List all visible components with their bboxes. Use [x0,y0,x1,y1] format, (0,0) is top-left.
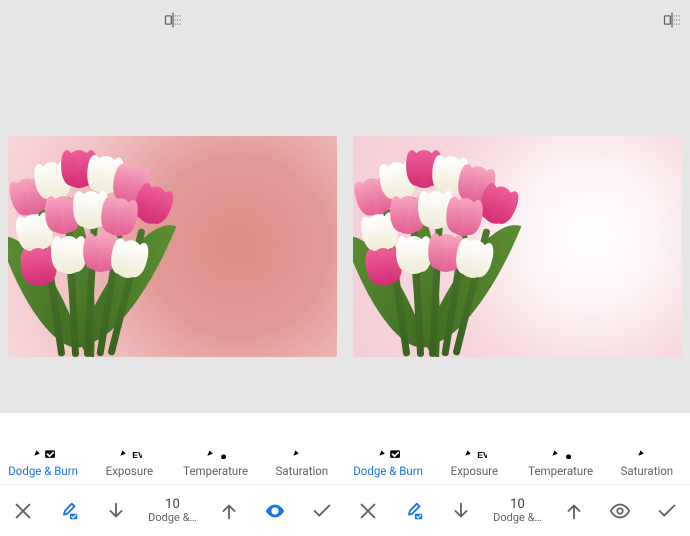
saturation-icon [634,433,660,459]
stepper-label: Dodge &… [493,512,542,524]
bouquet-image [353,136,523,357]
pane-right [345,0,690,413]
tool-label: Saturation [276,464,329,478]
tool-label: Dodge & Burn [353,464,423,478]
decrease-button[interactable] [447,497,475,525]
tool-exposure[interactable]: Exposure [86,413,172,484]
tool-label: Saturation [621,464,674,478]
bouquet-image [8,136,178,357]
tool-label: Exposure [106,464,153,478]
action-bar: 10Dodge &…10Dodge &… [0,484,690,536]
apply-button[interactable] [653,497,681,525]
increase-button[interactable] [560,497,588,525]
tool-saturation[interactable]: Saturation [259,413,345,484]
dodge-burn-icon [30,433,56,459]
brush-mode-button[interactable] [55,497,83,525]
value-stepper[interactable]: 10Dodge &… [493,498,542,524]
decrease-button[interactable] [102,497,130,525]
canvas-right[interactable] [353,136,682,357]
tool-temperature[interactable]: Temperature [173,413,259,484]
tool-label: Temperature [183,464,248,478]
stepper-label: Dodge &… [148,512,197,524]
stepper-value: 10 [510,498,525,512]
tool-label: Temperature [528,464,593,478]
close-button[interactable] [354,497,382,525]
tool-temperature[interactable]: Temperature [518,413,604,484]
tool-dodge-burn[interactable]: Dodge & Burn [345,413,431,484]
action-side-right: 10Dodge &… [345,485,690,536]
dodge-burn-icon [375,433,401,459]
viewport [0,0,690,413]
tool-strip: Dodge & Burn Exposure Temperature Saturatio… [0,413,690,484]
preview-button[interactable] [606,497,634,525]
value-stepper[interactable]: 10Dodge &… [148,498,197,524]
exposure-icon [461,433,487,459]
canvas-left[interactable] [8,136,337,357]
brush-mode-button[interactable] [400,497,428,525]
temperature-icon [548,433,574,459]
saturation-icon [289,433,315,459]
apply-button[interactable] [308,497,336,525]
tool-label: Dodge & Burn [8,464,78,478]
tool-exposure[interactable]: Exposure [431,413,517,484]
tool-dodge-burn[interactable]: Dodge & Burn [0,413,86,484]
increase-button[interactable] [215,497,243,525]
compare-button[interactable] [163,10,183,34]
close-button[interactable] [9,497,37,525]
canvas-wrap-left [8,136,345,357]
stepper-value: 10 [165,498,180,512]
exposure-icon [116,433,142,459]
action-side-left: 10Dodge &… [0,485,345,536]
temperature-icon [203,433,229,459]
canvas-wrap-right [353,136,690,357]
pane-left [0,0,345,413]
tool-saturation[interactable]: Saturation [604,413,690,484]
compare-button[interactable] [662,10,682,34]
tool-label: Exposure [451,464,498,478]
preview-button[interactable] [261,497,289,525]
